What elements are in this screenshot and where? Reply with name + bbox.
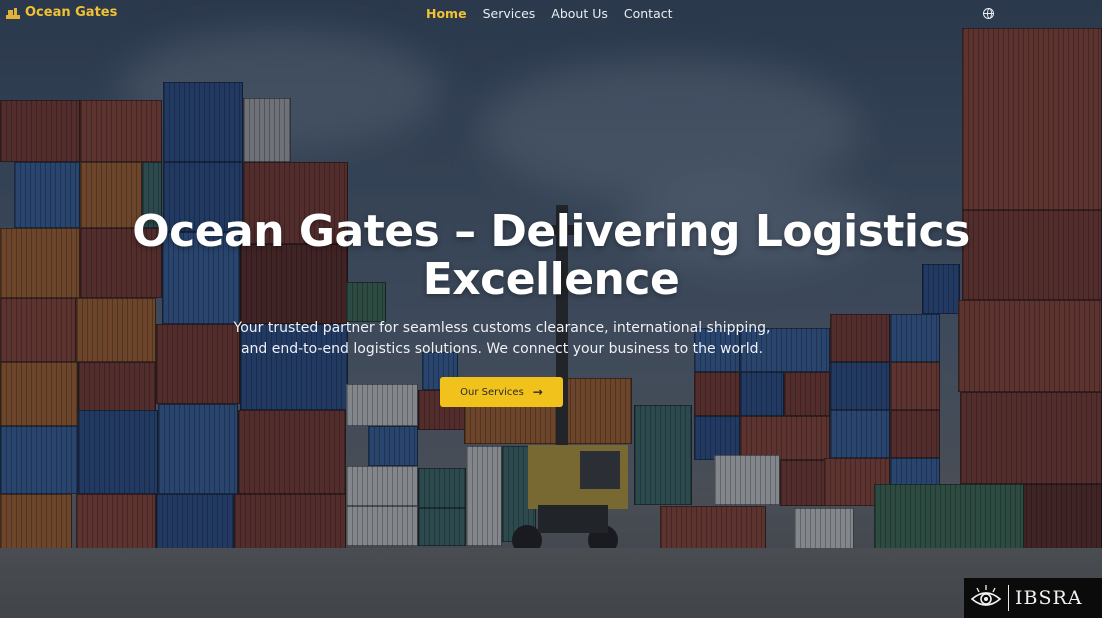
hero-subtitle-line-1: Your trusted partner for seamless custom… (233, 320, 771, 336)
our-services-button[interactable]: Our Services → (440, 377, 563, 407)
top-navigation: Ocean Gates Home Services About Us Conta… (0, 0, 1102, 28)
watermark-divider (1008, 585, 1009, 611)
hero-overlay (0, 0, 1102, 618)
ibsra-watermark: IBSRA (964, 578, 1102, 618)
hero-subtitle-line-2: and end-to-end logistics solutions. We c… (240, 341, 764, 357)
eye-logo-icon (970, 583, 1002, 613)
arrow-right-icon: → (532, 385, 543, 399)
hero-section: Ocean Gates Home Services About Us Conta… (0, 0, 1102, 618)
brand-logo[interactable]: Ocean Gates (6, 5, 117, 20)
brand-name: Ocean Gates (25, 5, 118, 20)
hero-title-line-1: Ocean Gates – Delivering Logistics (132, 206, 970, 257)
nav-link-contact[interactable]: Contact (624, 6, 673, 21)
watermark-text: IBSRA (1015, 587, 1083, 609)
nav-link-home[interactable]: Home (426, 6, 467, 21)
hero-title: Ocean Gates – Delivering Logistics Excel… (0, 208, 1102, 304)
nav-link-about-us[interactable]: About Us (551, 6, 608, 21)
hero-title-line-2: Excellence (422, 254, 680, 305)
nav-link-services[interactable]: Services (483, 6, 536, 21)
globe-icon[interactable] (983, 8, 994, 19)
our-services-label: Our Services (460, 386, 524, 398)
hero-subtitle: Your trusted partner for seamless custom… (230, 318, 774, 360)
ship-logo-icon (6, 6, 20, 20)
main-menu: Home Services About Us Contact (426, 6, 673, 21)
